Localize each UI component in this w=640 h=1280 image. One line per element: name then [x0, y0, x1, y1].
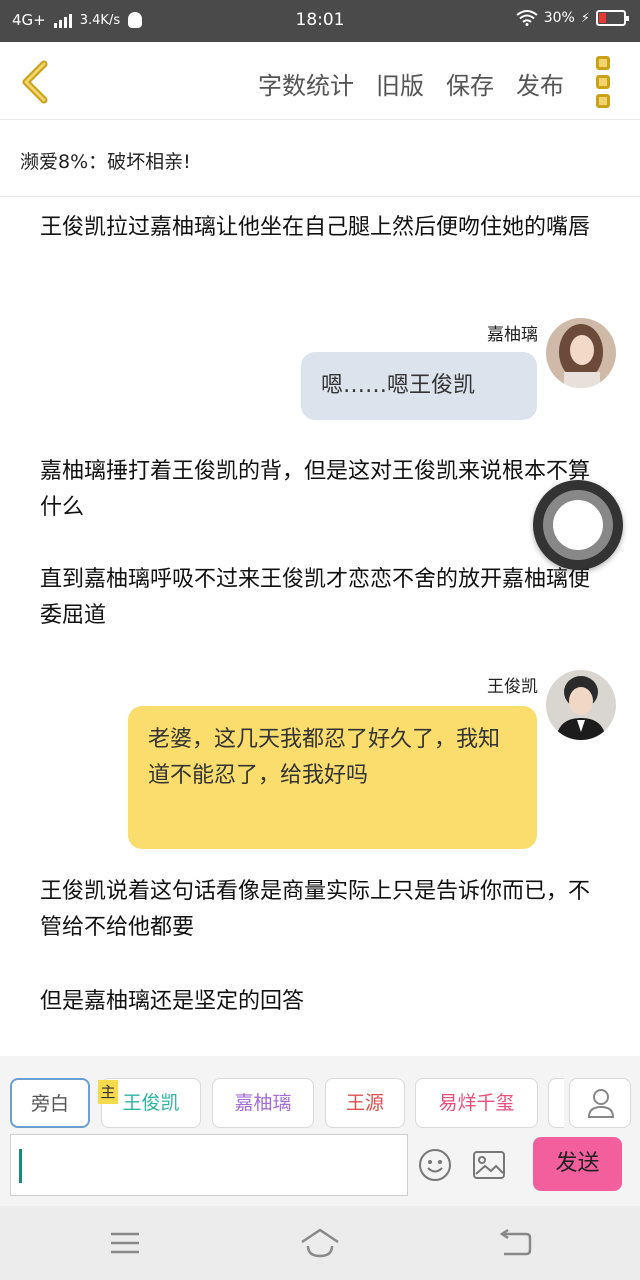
emoji-icon[interactable]	[418, 1148, 452, 1182]
speaker-name: 王俊凯	[487, 677, 538, 697]
narration-paragraph: 但是嘉柚璃还是坚定的回答	[40, 989, 305, 1014]
role-item[interactable]: 王源	[325, 1078, 405, 1128]
battery-percent: 30%	[543, 10, 575, 26]
story-content[interactable]: 王俊凯拉过嘉柚璃让他坐在自己腿上然后便吻住她的嘴唇 嘉柚璃 嗯……嗯王俊凯 嘉柚…	[0, 198, 640, 1056]
back-arrow-icon[interactable]	[16, 58, 56, 106]
word-count-button[interactable]: 字数统计	[258, 66, 354, 101]
status-right: 30% ⚡	[516, 10, 629, 26]
top-actions: 字数统计 旧版 保存 发布	[258, 66, 564, 101]
narration-paragraph: 嘉柚璃捶打着王俊凯的背，但是这对王俊凯来说根本不算什么	[40, 459, 591, 520]
chapter-header[interactable]: 濒爱8%：破坏相亲!	[0, 121, 640, 197]
chat-bubble: 老婆，这几天我都忍了好久了，我知道不能忍了，给我好吗	[128, 706, 537, 849]
chapter-title: 濒爱8%：破坏相亲!	[20, 151, 191, 173]
role-name: 王俊凯	[122, 1092, 180, 1114]
message-input[interactable]	[10, 1134, 408, 1196]
narration-paragraph: 直到嘉柚璃呼吸不过来王俊凯才恋恋不舍的放开嘉柚璃便委屈道	[40, 567, 591, 628]
battery-icon	[596, 10, 629, 26]
publish-button[interactable]: 发布	[516, 66, 564, 101]
save-button[interactable]: 保存	[446, 66, 494, 101]
status-bar: 4G+ 3.4K/s 18:01 30% ⚡	[0, 0, 640, 42]
editor-top-bar: 字数统计 旧版 保存 发布	[0, 42, 640, 120]
old-version-button[interactable]: 旧版	[376, 66, 424, 101]
send-button[interactable]: 发送	[533, 1137, 622, 1191]
narration-paragraph: 王俊凯说着这句话看像是商量实际上只是告诉你而已，不管给不给他都要	[40, 879, 591, 940]
role-name: 易烊千玺	[438, 1092, 515, 1114]
image-icon[interactable]	[472, 1150, 506, 1180]
role-name: 嘉柚璃	[234, 1092, 292, 1114]
chat-bubble: 嗯……嗯王俊凯	[301, 352, 537, 420]
speaker-name: 嘉柚璃	[487, 325, 538, 345]
role-narration[interactable]: 旁白	[10, 1078, 90, 1128]
wifi-icon	[516, 10, 538, 26]
avatar	[546, 670, 616, 740]
role-item[interactable]: 嘉柚璃	[212, 1078, 314, 1128]
back-icon[interactable]	[496, 1226, 536, 1260]
add-role-button[interactable]	[569, 1078, 631, 1128]
role-item[interactable]: 易烊千玺	[415, 1078, 538, 1128]
narration-paragraph: 王俊凯拉过嘉柚璃让他坐在自己腿上然后便吻住她的嘴唇	[40, 215, 591, 240]
role-name: 王源	[345, 1092, 384, 1114]
text-cursor	[19, 1149, 22, 1183]
avatar	[546, 318, 616, 388]
home-icon[interactable]	[298, 1226, 342, 1260]
system-nav-bar	[0, 1206, 640, 1280]
charging-icon: ⚡	[580, 10, 590, 26]
main-role-tag: 主	[98, 1080, 118, 1104]
role-selector-bar: 旁白 王俊凯 主 嘉柚璃 王源 易烊千玺 发送	[0, 1056, 640, 1206]
person-icon	[587, 1089, 615, 1118]
floating-assistive-button[interactable]	[533, 480, 623, 570]
menu-icon[interactable]	[105, 1226, 145, 1260]
more-menu-icon[interactable]	[596, 56, 614, 108]
role-item-partial[interactable]	[548, 1078, 564, 1128]
